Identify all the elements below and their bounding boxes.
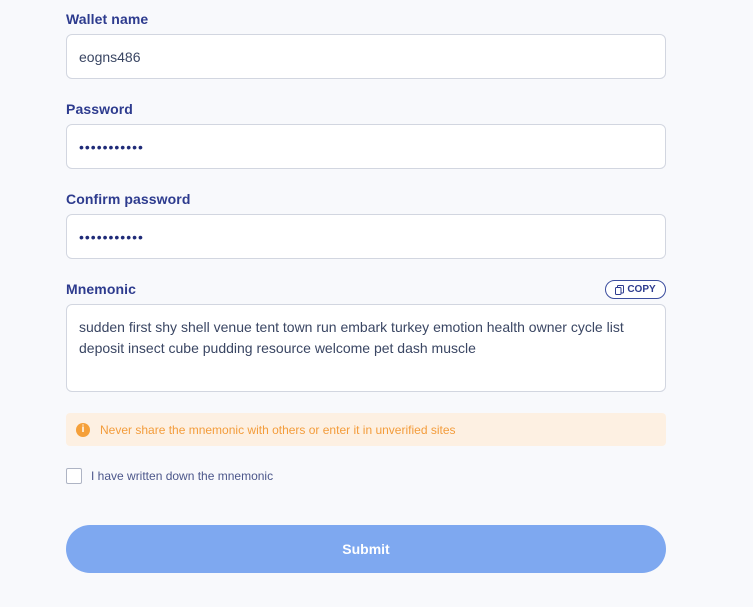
wallet-name-input[interactable] [79, 48, 653, 65]
info-icon: i [76, 422, 90, 437]
confirm-password-field[interactable] [66, 214, 666, 259]
mnemonic-label: Mnemonic [66, 281, 137, 297]
warning-text: Never share the mnemonic with others or … [100, 422, 456, 437]
mnemonic-textarea[interactable]: sudden first shy shell venue tent town r… [66, 304, 666, 392]
mnemonic-warning-banner: i Never share the mnemonic with others o… [66, 413, 666, 446]
confirm-password-input[interactable] [79, 228, 653, 245]
password-field[interactable] [66, 124, 666, 169]
confirm-password-label: Confirm password [66, 191, 191, 207]
mnemonic-written-label[interactable]: I have written down the mnemonic [91, 469, 273, 483]
wallet-name-label: Wallet name [66, 11, 149, 27]
submit-button[interactable]: Submit [66, 525, 666, 573]
mnemonic-confirm-row[interactable]: I have written down the mnemonic [66, 468, 273, 484]
copy-label: COPY [627, 284, 656, 295]
password-label: Password [66, 101, 133, 117]
mnemonic-phrase: sudden first shy shell venue tent town r… [79, 319, 624, 356]
password-input[interactable] [79, 138, 653, 155]
wallet-name-field[interactable] [66, 34, 666, 79]
copy-icon [615, 284, 625, 295]
copy-mnemonic-button[interactable]: COPY [605, 280, 666, 299]
mnemonic-written-checkbox[interactable] [66, 468, 82, 484]
